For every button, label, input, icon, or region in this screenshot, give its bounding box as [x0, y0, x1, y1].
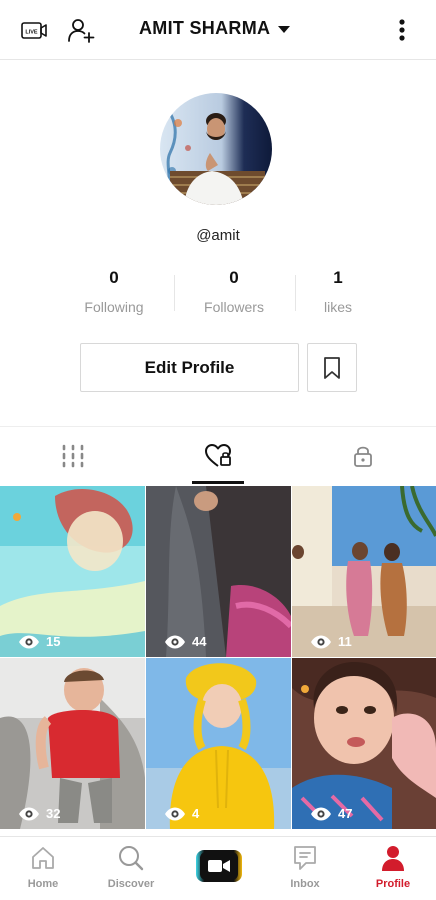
- video-thumbnail[interactable]: 11: [292, 486, 436, 657]
- video-thumbnail[interactable]: 47: [292, 658, 436, 829]
- video-thumbnail[interactable]: 4: [146, 658, 291, 829]
- eye-icon: [311, 635, 331, 648]
- video-thumbnail[interactable]: 44: [146, 486, 291, 657]
- bookmark-icon: [324, 356, 340, 379]
- active-tab-indicator: [192, 481, 244, 484]
- create-video-button[interactable]: [196, 850, 242, 882]
- view-count-label: 32: [46, 806, 61, 821]
- view-count-label: 15: [46, 634, 61, 649]
- grid-icon: [62, 444, 83, 468]
- view-count: 47: [310, 806, 352, 821]
- eye-icon: [165, 635, 185, 648]
- view-count-label: 44: [192, 634, 207, 649]
- stat-divider: [295, 275, 296, 311]
- followers-stat[interactable]: 0 Followers: [174, 268, 294, 315]
- avatar[interactable]: [160, 93, 272, 205]
- video-thumbnail[interactable]: 15: [0, 486, 145, 657]
- nav-discover[interactable]: Discover: [91, 843, 171, 890]
- account-switcher[interactable]: AMIT SHARMA: [139, 18, 291, 39]
- eye-icon: [19, 807, 39, 820]
- video-thumbnail-image: [0, 486, 145, 657]
- video-thumbnail-image: [146, 486, 291, 657]
- view-count-label: 11: [338, 634, 352, 649]
- video-grid: 15 44 11 32 4 47: [0, 486, 436, 834]
- nav-home-label: Home: [27, 878, 59, 890]
- nav-profile-label: Profile: [375, 878, 411, 890]
- following-count: 0: [109, 268, 119, 287]
- nav-inbox[interactable]: Inbox: [265, 843, 345, 890]
- video-thumbnail-image: [0, 658, 145, 829]
- video-thumbnail-image: [292, 486, 436, 657]
- followers-count: 0: [229, 268, 239, 287]
- view-count: 44: [164, 634, 206, 649]
- likes-stat[interactable]: 1 likes: [278, 268, 398, 315]
- bookmark-button[interactable]: [307, 343, 357, 392]
- caret-down-icon: [278, 26, 291, 33]
- edit-profile-button[interactable]: Edit Profile: [80, 343, 299, 392]
- profile-icon: [382, 846, 404, 871]
- nav-discover-label: Discover: [107, 878, 155, 890]
- tab-videos[interactable]: [0, 427, 145, 485]
- live-icon[interactable]: LIVE: [20, 16, 48, 44]
- eye-icon: [165, 807, 185, 820]
- profile-stats: 0 Following 0 Followers 1 likes: [0, 268, 436, 324]
- more-vertical-icon[interactable]: [388, 16, 416, 44]
- view-count-label: 47: [338, 806, 353, 821]
- following-stat[interactable]: 0 Following: [54, 268, 174, 315]
- tab-liked[interactable]: [145, 427, 290, 485]
- nav-inbox-label: Inbox: [290, 878, 320, 890]
- profile-tabs: [0, 426, 436, 484]
- nav-home[interactable]: Home: [3, 843, 83, 890]
- svg-text:LIVE: LIVE: [25, 29, 38, 35]
- video-thumbnail-image: [146, 658, 291, 829]
- nav-profile[interactable]: Profile: [353, 843, 433, 890]
- view-count: 32: [18, 806, 60, 821]
- stat-divider: [174, 275, 175, 311]
- bottom-navigation: Home Discover Inbox Profile: [0, 836, 436, 900]
- eye-icon: [311, 807, 331, 820]
- following-label: Following: [84, 299, 144, 315]
- inbox-icon: [294, 846, 316, 870]
- eye-icon: [19, 635, 39, 648]
- top-bar: LIVE AMIT SHARMA: [0, 0, 436, 60]
- profile-name: AMIT SHARMA: [139, 18, 271, 38]
- add-user-icon[interactable]: [67, 16, 95, 44]
- view-count-label: 4: [192, 806, 200, 821]
- likes-count: 1: [333, 268, 343, 287]
- username-handle: @amit: [196, 227, 240, 244]
- video-thumbnail-image: [292, 658, 436, 829]
- home-icon: [32, 847, 54, 869]
- tab-private[interactable]: [290, 427, 435, 485]
- liked-icon: [204, 444, 231, 467]
- search-icon: [119, 846, 144, 871]
- followers-label: Followers: [204, 299, 264, 315]
- lock-icon: [353, 446, 372, 467]
- view-count: 4: [164, 806, 199, 821]
- likes-label: likes: [323, 299, 352, 315]
- view-count: 15: [18, 634, 60, 649]
- video-camera-icon: [208, 860, 230, 872]
- view-count: 11: [310, 634, 352, 649]
- video-thumbnail[interactable]: 32: [0, 658, 145, 829]
